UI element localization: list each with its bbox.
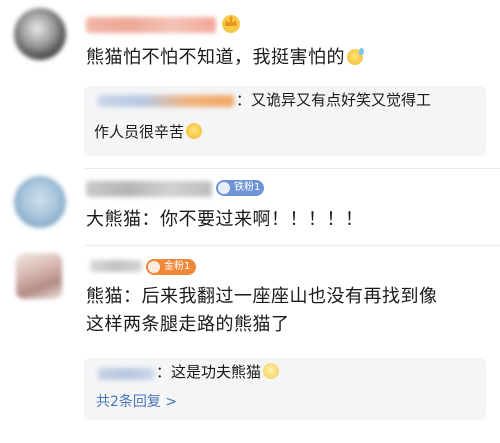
comment-text: 熊猫：后来我翻过一座座山也没有再找到像 这样两条腿走路的熊猫了 [86,286,438,335]
fire-icon [148,261,160,273]
reply-text: ：这是功夫熊猫 [156,360,280,384]
avatar[interactable] [16,253,62,299]
comment-3: 金粉1 熊猫：后来我翻过一座座山也没有再找到像 这样两条腿走路的熊猫了 ：这是功… [0,0,500,443]
smile-emoji-icon [263,363,280,379]
reply-username-blurred[interactable] [98,368,154,380]
gold-fan-badge: 金粉1 [146,259,196,275]
reply-box[interactable]: ：这是功夫熊猫 共2条回复 > [84,358,486,420]
username-blurred[interactable] [90,260,142,272]
more-replies-link[interactable]: 共2条回复 > [96,392,177,412]
